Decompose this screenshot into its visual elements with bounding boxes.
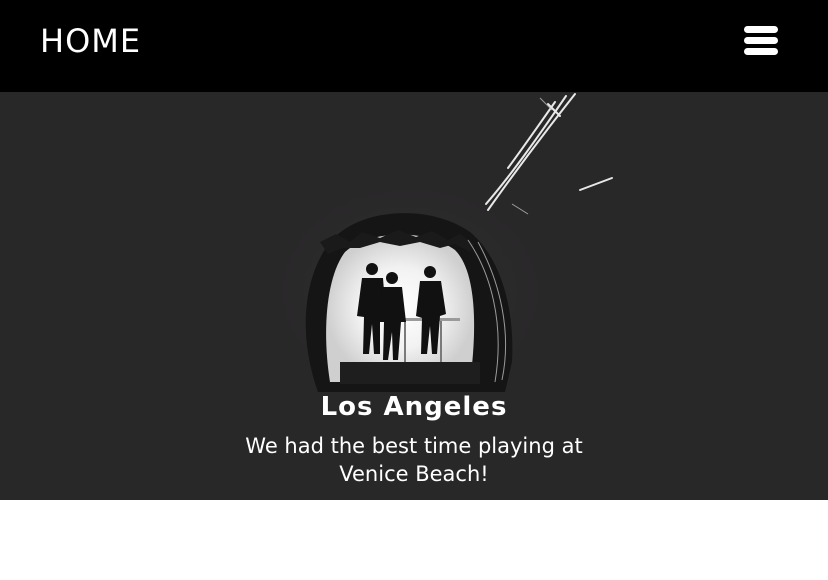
- menu-bar-middle: [744, 37, 778, 44]
- top-navigation-bar: HOME: [0, 0, 828, 92]
- hero-subtitle: We had the best time playing at Venice B…: [245, 434, 583, 486]
- hamburger-menu-icon[interactable]: [744, 26, 778, 56]
- hero-title: Los Angeles: [320, 392, 508, 422]
- menu-bar-top: [744, 26, 778, 33]
- home-link[interactable]: HOME: [40, 22, 141, 60]
- menu-bar-bottom: [744, 48, 778, 55]
- hero-banner: Los Angeles We had the best time playing…: [0, 92, 828, 500]
